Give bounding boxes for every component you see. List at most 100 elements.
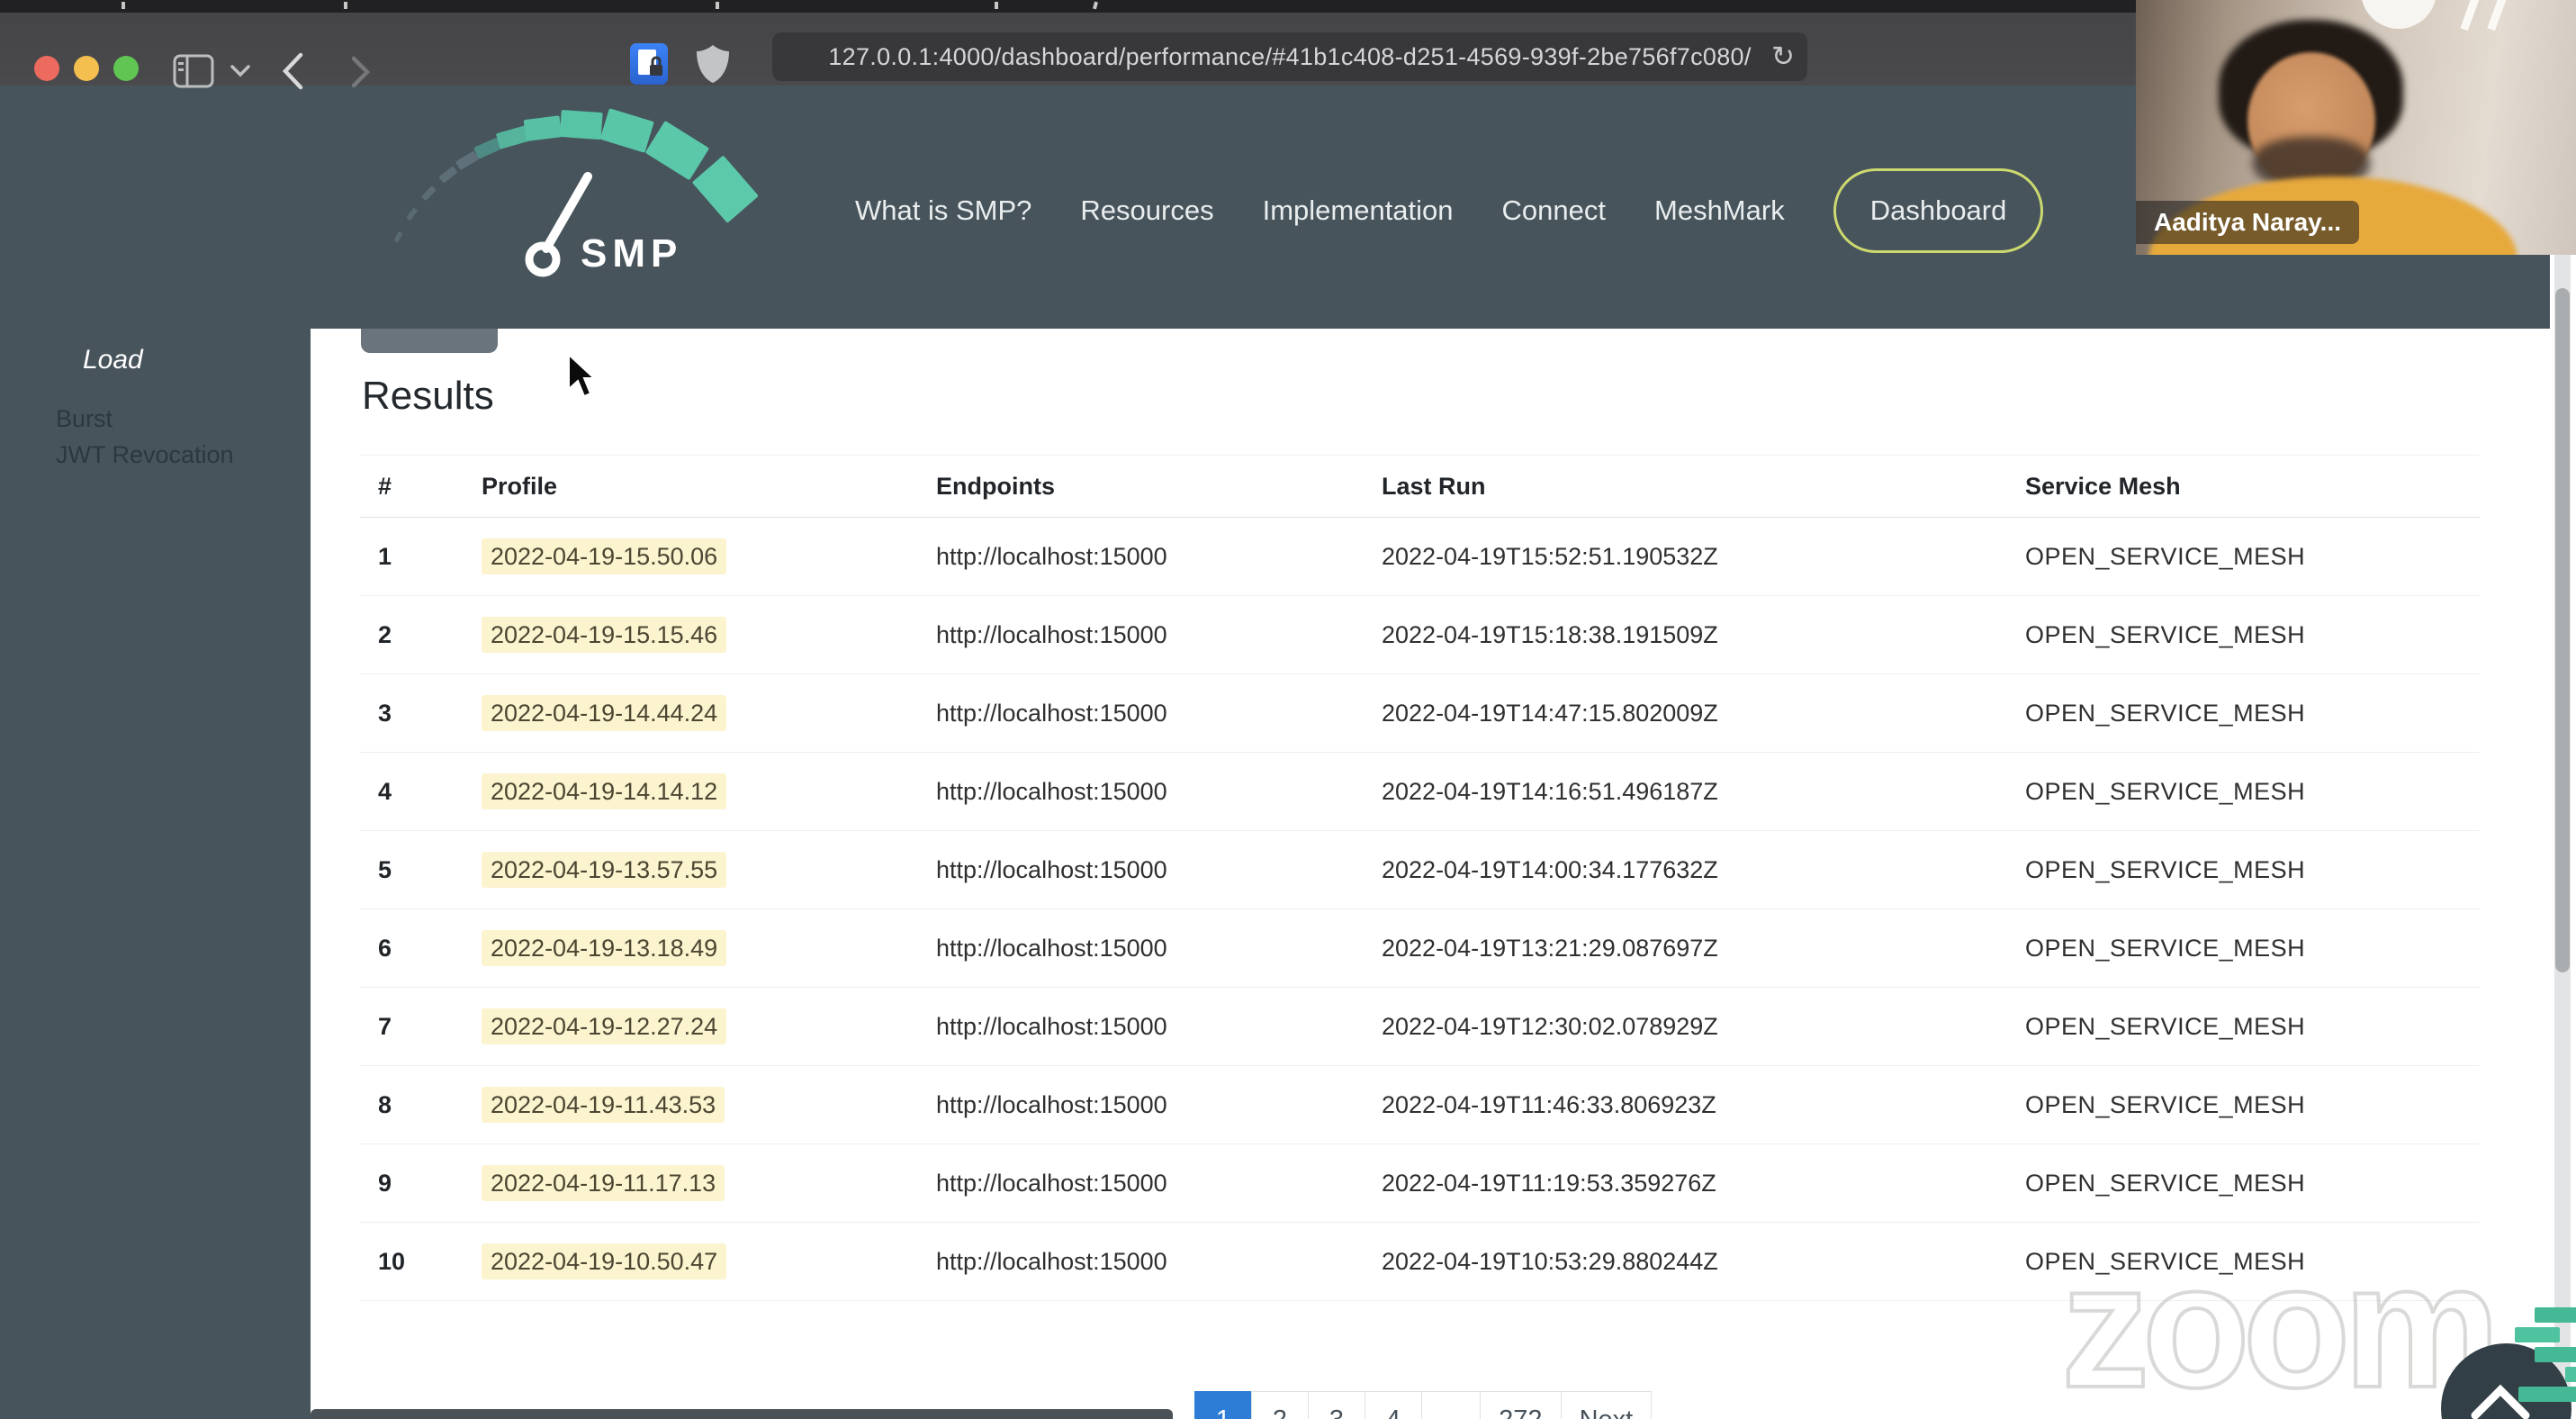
last-run-cell: 2022-04-19T14:16:51.496187Z [1382, 777, 1718, 805]
profile-highlighted-value: 2022-04-19-10.50.47 [482, 1243, 727, 1279]
text-fragment [344, 2, 347, 9]
table-row[interactable]: 9 2022-04-19-11.17.13 http://localhost:1… [360, 1144, 2480, 1223]
profile-highlighted-value: 2022-04-19-13.18.49 [482, 929, 727, 966]
table-row[interactable]: 3 2022-04-19-14.44.24 http://localhost:1… [360, 674, 2480, 753]
service-mesh-cell: OPEN_SERVICE_MESH [2025, 1169, 2306, 1197]
endpoints-cell: http://localhost:15000 [936, 699, 1167, 727]
webcam-video-tile[interactable]: Aaditya Naray... [2136, 0, 2576, 255]
forward-button[interactable] [351, 56, 371, 88]
table-row[interactable]: 8 2022-04-19-11.43.53 http://localhost:1… [360, 1066, 2480, 1144]
last-run-cell: 2022-04-19T13:21:29.087697Z [1382, 934, 1718, 962]
column-header-num: # [378, 472, 392, 500]
layer5-logo-icon [2515, 1307, 2576, 1402]
sidebar [0, 329, 311, 1419]
svg-text:SMP: SMP [581, 231, 682, 276]
page-button-1[interactable]: 1 [1194, 1391, 1252, 1419]
table-row[interactable]: 7 2022-04-19-12.27.24 http://localhost:1… [360, 988, 2480, 1066]
last-run-cell: 2022-04-19T12:30:02.078929Z [1382, 1012, 1718, 1040]
page-button-4[interactable]: 4 [1365, 1391, 1422, 1419]
profile-cell[interactable]: 2022-04-19-14.44.24 [482, 694, 936, 731]
row-number: 2 [378, 620, 392, 648]
column-header-last-run: Last Run [1382, 472, 1486, 500]
last-run-cell: 2022-04-19T14:00:34.177632Z [1382, 855, 1718, 883]
row-number: 7 [378, 1012, 392, 1040]
profile-cell[interactable]: 2022-04-19-14.14.12 [482, 773, 936, 809]
text-fragment [995, 2, 998, 9]
column-header-endpoints: Endpoints [936, 472, 1055, 500]
last-run-cell: 2022-04-19T15:18:38.191509Z [1382, 620, 1718, 648]
profile-cell[interactable]: 2022-04-19-11.43.53 [482, 1086, 936, 1123]
nav-item-what-is-smp[interactable]: What is SMP? [855, 194, 1031, 227]
text-fragment [122, 2, 125, 9]
horizontal-scrollbar-thumb[interactable] [311, 1409, 1173, 1419]
endpoints-cell: http://localhost:15000 [936, 855, 1167, 883]
profile-cell[interactable]: 2022-04-19-13.18.49 [482, 929, 936, 966]
service-mesh-cell: OPEN_SERVICE_MESH [2025, 777, 2306, 805]
page-button-next[interactable]: Next [1560, 1391, 1653, 1419]
nav-item-meshmark[interactable]: MeshMark [1654, 194, 1785, 227]
page-button-272[interactable]: 272 [1480, 1391, 1562, 1419]
profile-cell[interactable]: 2022-04-19-11.17.13 [482, 1164, 936, 1201]
row-number: 1 [378, 542, 392, 570]
endpoints-cell: http://localhost:15000 [936, 777, 1167, 805]
panel-tab[interactable] [361, 329, 498, 353]
reload-icon[interactable]: ↻ [1771, 41, 1795, 73]
row-number: 6 [378, 934, 392, 962]
page-button-3[interactable]: 3 [1308, 1391, 1365, 1419]
smp-logo[interactable]: SMP [392, 106, 770, 300]
endpoints-cell: http://localhost:15000 [936, 1090, 1167, 1118]
minimize-window-button[interactable] [74, 56, 99, 81]
close-window-button[interactable] [34, 56, 59, 81]
row-number: 4 [378, 777, 392, 805]
last-run-cell: 2022-04-19T11:19:53.359276Z [1382, 1169, 1716, 1197]
profile-highlighted-value: 2022-04-19-11.17.13 [482, 1164, 725, 1201]
nav-item-connect[interactable]: Connect [1502, 194, 1606, 227]
profile-highlighted-value: 2022-04-19-15.15.46 [482, 616, 727, 653]
profile-cell[interactable]: 2022-04-19-13.57.55 [482, 851, 936, 888]
table-row[interactable]: 6 2022-04-19-13.18.49 http://localhost:1… [360, 909, 2480, 988]
page-button-ellipsis[interactable]: ... [1421, 1391, 1482, 1419]
extension-icon[interactable] [630, 43, 668, 85]
endpoints-cell: http://localhost:15000 [936, 1247, 1167, 1275]
sidebar-item-jwt-revocation[interactable]: JWT Revocation [56, 441, 234, 469]
table-row[interactable]: 1 2022-04-19-15.50.06 http://localhost:1… [360, 518, 2480, 596]
text-fragment [716, 2, 719, 9]
address-bar[interactable]: 127.0.0.1:4000/dashboard/performance/#41… [772, 32, 1807, 81]
profile-cell[interactable]: 2022-04-19-12.27.24 [482, 1008, 936, 1044]
service-mesh-cell: OPEN_SERVICE_MESH [2025, 699, 2306, 727]
nav-item-implementation[interactable]: Implementation [1263, 194, 1454, 227]
row-number: 8 [378, 1090, 392, 1118]
column-header-service-mesh: Service Mesh [2025, 472, 2181, 500]
sidebar-item-burst[interactable]: Burst [56, 405, 113, 433]
endpoints-cell: http://localhost:15000 [936, 620, 1167, 648]
zoom-window-button[interactable] [113, 56, 139, 81]
profile-cell[interactable]: 2022-04-19-15.50.06 [482, 538, 936, 574]
zoom-watermark: zoom [2059, 1225, 2502, 1419]
endpoints-cell: http://localhost:15000 [936, 542, 1167, 570]
webcam-ui-fragment [2361, 0, 2436, 29]
profile-cell[interactable]: 2022-04-19-10.50.47 [482, 1243, 936, 1279]
sidebar-toggle-icon[interactable] [173, 54, 214, 88]
row-number: 9 [378, 1169, 392, 1197]
nav-item-dashboard[interactable]: Dashboard [1833, 168, 2044, 253]
profile-cell[interactable]: 2022-04-19-15.15.46 [482, 616, 936, 653]
table-row[interactable]: 2 2022-04-19-15.15.46 http://localhost:1… [360, 596, 2480, 674]
service-mesh-cell: OPEN_SERVICE_MESH [2025, 1090, 2306, 1118]
page-button-2[interactable]: 2 [1251, 1391, 1309, 1419]
table-body: 1 2022-04-19-15.50.06 http://localhost:1… [360, 518, 2480, 1301]
text-fragment [1093, 1, 1098, 10]
profile-highlighted-value: 2022-04-19-14.14.12 [482, 773, 727, 809]
service-mesh-cell: OPEN_SERVICE_MESH [2025, 934, 2306, 962]
shield-icon[interactable] [695, 43, 731, 85]
vertical-scrollbar-thumb[interactable] [2555, 288, 2570, 972]
table-row[interactable]: 4 2022-04-19-14.14.12 http://localhost:1… [360, 753, 2480, 831]
back-button[interactable] [281, 52, 304, 90]
webcam-ui-fragment [2460, 0, 2482, 32]
service-mesh-cell: OPEN_SERVICE_MESH [2025, 855, 2306, 883]
sidebar-item-load[interactable]: Load [83, 345, 143, 375]
profile-highlighted-value: 2022-04-19-11.43.53 [482, 1086, 725, 1123]
last-run-cell: 2022-04-19T11:46:33.806923Z [1382, 1090, 1716, 1118]
chevron-down-icon[interactable] [230, 65, 250, 78]
nav-item-resources[interactable]: Resources [1080, 194, 1213, 227]
table-row[interactable]: 5 2022-04-19-13.57.55 http://localhost:1… [360, 831, 2480, 909]
